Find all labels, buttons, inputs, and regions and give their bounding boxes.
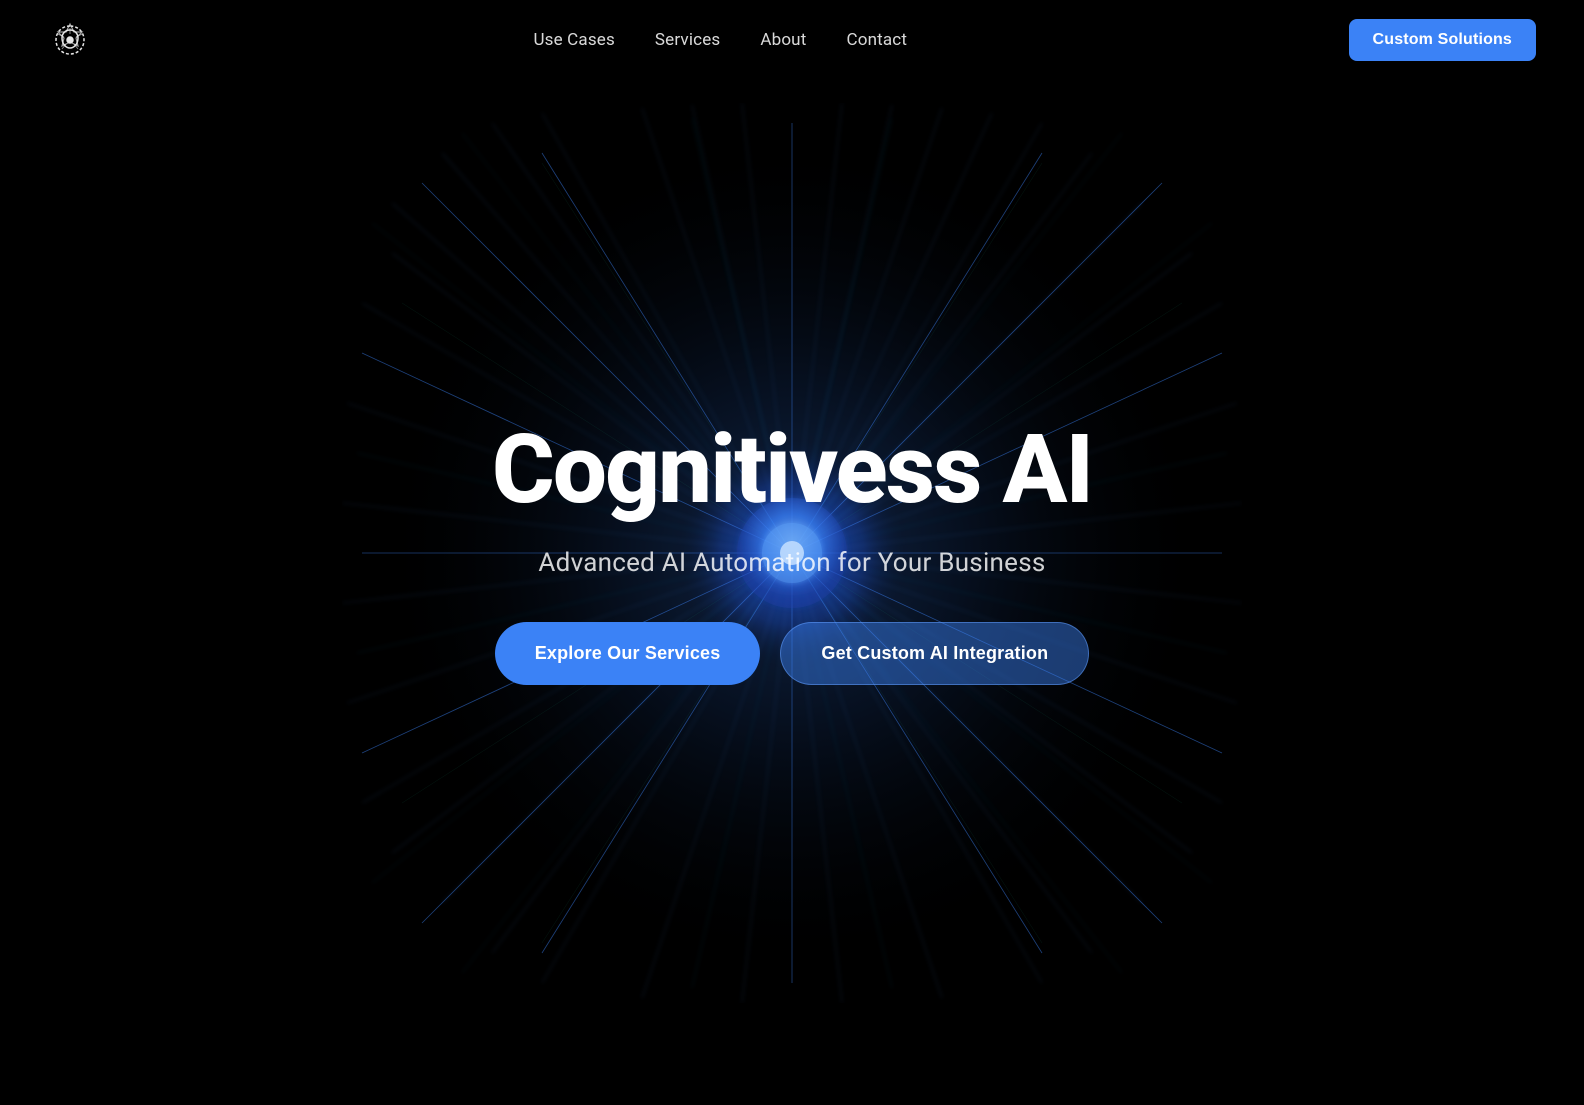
custom-solutions-button[interactable]: Custom Solutions (1349, 19, 1536, 61)
hero-buttons: Explore Our Services Get Custom AI Integ… (495, 622, 1090, 685)
hero-content: Cognitivess AI Advanced AI Automation fo… (492, 420, 1092, 686)
explore-services-button[interactable]: Explore Our Services (495, 622, 761, 685)
navbar: Use Cases Services About Contact Custom … (0, 0, 1584, 80)
get-custom-ai-button[interactable]: Get Custom AI Integration (780, 622, 1089, 685)
nav-item-contact[interactable]: Contact (846, 30, 907, 50)
nav-links: Use Cases Services About Contact (533, 30, 907, 50)
hero-section: Cognitivess AI Advanced AI Automation fo… (0, 0, 1584, 1105)
logo-icon (48, 18, 92, 62)
nav-item-services[interactable]: Services (655, 30, 720, 50)
hero-subtitle: Advanced AI Automation for Your Business (538, 548, 1045, 578)
logo[interactable] (48, 18, 92, 62)
hero-title: Cognitivess AI (492, 420, 1092, 521)
nav-item-use-cases[interactable]: Use Cases (533, 30, 614, 50)
nav-item-about[interactable]: About (760, 30, 806, 50)
